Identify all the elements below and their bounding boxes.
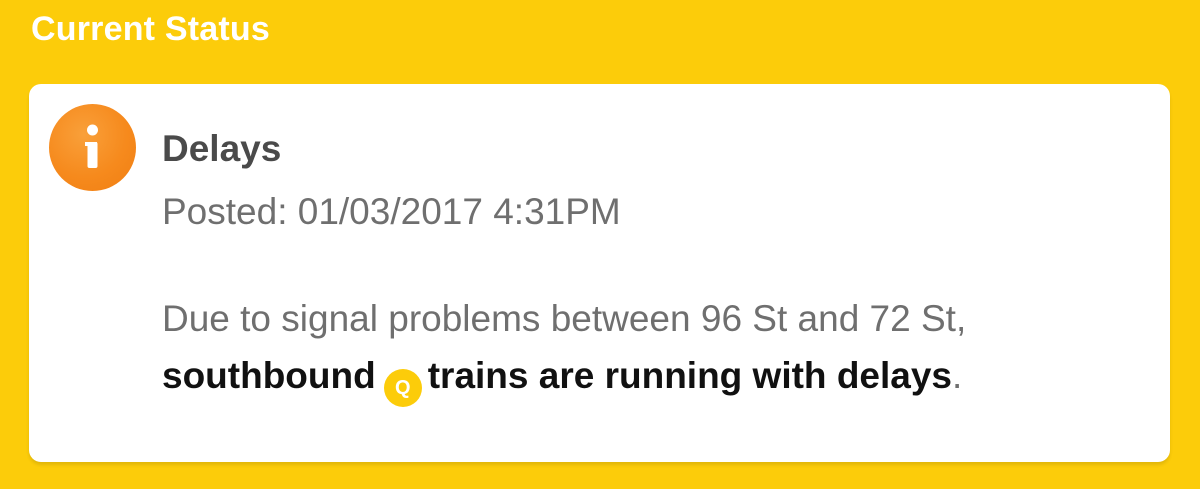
info-icon [49, 104, 136, 191]
alert-posted-date: Posted: 01/03/2017 4:31PM [162, 191, 621, 232]
alert-title: Delays [162, 128, 282, 169]
sentence-end: . [952, 355, 963, 396]
alert-message: Due to signal problems between 96 St and… [162, 290, 1152, 407]
direction-text: southbound [162, 355, 376, 396]
alert-message-line: Due to signal problems between 96 St and… [162, 298, 967, 339]
q-train-bullet-icon: Q [383, 369, 422, 407]
delay-text: trains are running with delays [427, 355, 953, 396]
status-card[interactable]: Delays Posted: 01/03/2017 4:31PM Due to … [29, 84, 1170, 462]
section-title: Current Status [31, 10, 270, 48]
alert-message-line: southbound Qtrains are running with delay… [162, 347, 1152, 407]
